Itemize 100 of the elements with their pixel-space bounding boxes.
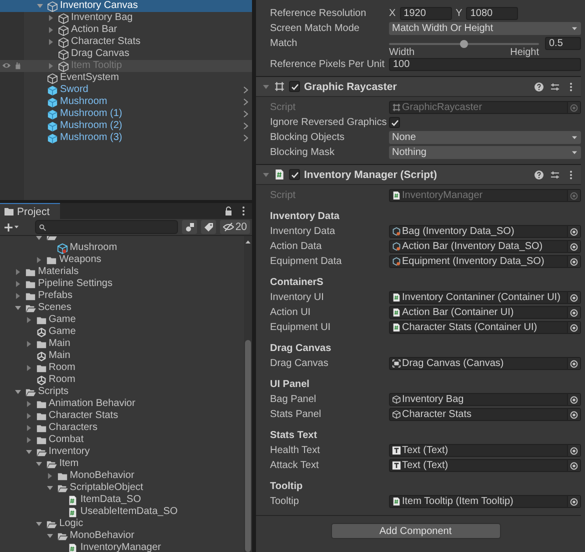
project-tab[interactable]: Project bbox=[0, 203, 60, 219]
object-field[interactable]: Inventory Bag bbox=[389, 393, 581, 406]
project-item[interactable]: Inventory bbox=[0, 446, 244, 458]
collapsed-arrow-icon[interactable] bbox=[24, 340, 33, 348]
collapsed-arrow-icon[interactable] bbox=[35, 256, 44, 264]
object-field[interactable]: Inventory Contaniner (Container UI) bbox=[389, 291, 581, 304]
expanded-arrow-icon[interactable] bbox=[46, 532, 54, 540]
project-item[interactable]: Room bbox=[0, 374, 244, 386]
object-picker-button[interactable] bbox=[567, 292, 580, 303]
hierarchy-item[interactable]: Mushroom (1) bbox=[0, 108, 252, 120]
object-picker-button[interactable] bbox=[567, 445, 580, 456]
object-field[interactable]: Text (Text) bbox=[389, 459, 581, 472]
collapsed-arrow-icon[interactable] bbox=[24, 400, 33, 408]
hierarchy-item[interactable]: Drag Canvas bbox=[0, 48, 252, 60]
hierarchy-item[interactable]: Action Bar bbox=[0, 24, 252, 36]
object-field[interactable]: Equipment (Inventory Data_SO) bbox=[389, 255, 581, 268]
hidden-packages-button[interactable]: 20 bbox=[220, 220, 250, 234]
scrollbar[interactable] bbox=[244, 236, 252, 552]
object-picker-button[interactable] bbox=[567, 241, 580, 252]
number-field[interactable]: 1080 bbox=[466, 7, 518, 20]
project-item[interactable]: Characters bbox=[0, 422, 244, 434]
label-filter-button[interactable] bbox=[201, 220, 216, 234]
project-item[interactable]: Character Stats bbox=[0, 410, 244, 422]
project-item[interactable]: Prefabs bbox=[0, 290, 244, 302]
project-item[interactable]: ItemData_SO bbox=[0, 494, 244, 506]
collapsed-arrow-icon[interactable] bbox=[46, 472, 54, 480]
collapsed-arrow-icon[interactable] bbox=[24, 316, 33, 324]
hierarchy-item[interactable]: EventSystem bbox=[0, 72, 252, 84]
hierarchy-item[interactable]: Mushroom (3) bbox=[0, 132, 252, 144]
object-field[interactable]: Item Tooltip (Item Tooltip) bbox=[389, 495, 581, 508]
project-item[interactable]: Animation Behavior bbox=[0, 398, 244, 410]
object-field[interactable]: Action Bar (Container UI) bbox=[389, 306, 581, 319]
project-item[interactable]: Mushroom bbox=[0, 242, 244, 254]
project-item[interactable]: Scenes bbox=[0, 302, 244, 314]
object-field[interactable]: Character Stats bbox=[389, 408, 581, 421]
hierarchy-item[interactable]: Mushroom bbox=[0, 96, 252, 108]
expanded-arrow-icon[interactable] bbox=[262, 82, 270, 90]
object-picker-button[interactable] bbox=[567, 256, 580, 267]
project-item[interactable]: MonoBehavior bbox=[0, 530, 244, 542]
help-icon[interactable] bbox=[534, 170, 544, 180]
object-field[interactable]: Text (Text) bbox=[389, 444, 581, 457]
project-item[interactable]: MonoBehavior bbox=[0, 470, 244, 482]
project-item[interactable]: Main bbox=[0, 350, 244, 362]
dropdown[interactable]: Match Width Or Height bbox=[389, 22, 581, 35]
help-icon[interactable] bbox=[534, 82, 544, 92]
checkbox[interactable] bbox=[289, 81, 300, 92]
project-item[interactable]: InventoryManager bbox=[0, 542, 244, 552]
dropdown[interactable]: Nothing bbox=[389, 146, 581, 159]
project-item[interactable]: ScriptableObject bbox=[0, 482, 244, 494]
scroll-up-arrow-icon[interactable] bbox=[245, 240, 251, 244]
object-picker-button[interactable] bbox=[567, 322, 580, 333]
search-field[interactable] bbox=[34, 220, 178, 234]
project-item[interactable]: Game bbox=[0, 314, 244, 326]
project-item[interactable]: Combat bbox=[0, 434, 244, 446]
hierarchy-item[interactable]: Inventory Canvas bbox=[0, 0, 252, 12]
project-item[interactable]: Game bbox=[0, 326, 244, 338]
hierarchy-item[interactable]: Mushroom (2) bbox=[0, 120, 252, 132]
hierarchy-item[interactable]: Character Stats bbox=[0, 36, 252, 48]
project-item[interactable]: Materials bbox=[0, 266, 244, 278]
object-picker-button[interactable] bbox=[567, 394, 580, 405]
collapsed-arrow-icon[interactable] bbox=[14, 268, 22, 276]
expanded-arrow-icon[interactable] bbox=[36, 2, 44, 10]
project-item[interactable]: Pipeline Settings bbox=[0, 278, 244, 290]
object-field[interactable]: Drag Canvas (Canvas) bbox=[389, 357, 581, 370]
project-item[interactable]: Weapons bbox=[0, 254, 244, 266]
checkbox[interactable] bbox=[389, 117, 400, 128]
expanded-arrow-icon[interactable] bbox=[35, 236, 44, 242]
collapsed-arrow-icon[interactable] bbox=[24, 412, 33, 420]
expanded-arrow-icon[interactable] bbox=[46, 484, 54, 492]
hierarchy-item[interactable]: Sword bbox=[0, 84, 252, 96]
project-item[interactable]: Logic bbox=[0, 518, 244, 530]
object-picker-button[interactable] bbox=[567, 409, 580, 420]
object-field[interactable]: Action Bar (Inventory Data_SO) bbox=[389, 240, 581, 253]
collapsed-arrow-icon[interactable] bbox=[47, 38, 55, 46]
number-field[interactable]: 1920 bbox=[400, 7, 452, 20]
filter-type-button[interactable] bbox=[182, 220, 198, 234]
slider-thumb[interactable] bbox=[460, 40, 468, 48]
object-picker-button[interactable] bbox=[567, 460, 580, 471]
object-picker-button[interactable] bbox=[567, 226, 580, 237]
object-field[interactable]: Character Stats (Container UI) bbox=[389, 321, 581, 334]
component-header[interactable]: Graphic Raycaster bbox=[256, 76, 581, 97]
object-picker-button[interactable] bbox=[567, 496, 580, 507]
collapsed-arrow-icon[interactable] bbox=[24, 424, 33, 432]
number-field[interactable]: 100 bbox=[389, 58, 581, 71]
collapsed-arrow-icon[interactable] bbox=[24, 436, 33, 444]
collapsed-arrow-icon[interactable] bbox=[47, 14, 55, 22]
collapsed-arrow-icon[interactable] bbox=[14, 280, 22, 288]
project-item[interactable]: UseableItemData_SO bbox=[0, 506, 244, 518]
collapsed-arrow-icon[interactable] bbox=[14, 292, 22, 300]
expanded-arrow-icon[interactable] bbox=[35, 460, 44, 468]
add-component-button[interactable]: Add Component bbox=[330, 523, 500, 539]
expanded-arrow-icon[interactable] bbox=[35, 520, 44, 528]
hierarchy-item[interactable]: Inventory Bag bbox=[0, 12, 252, 24]
expanded-arrow-icon[interactable] bbox=[262, 170, 270, 178]
object-field[interactable]: Bag (Inventory Data_SO) bbox=[389, 225, 581, 238]
expanded-arrow-icon[interactable] bbox=[14, 388, 22, 396]
number-field[interactable]: 0.5 bbox=[545, 37, 581, 50]
object-picker-button[interactable] bbox=[567, 358, 580, 369]
project-item[interactable]: Main bbox=[0, 338, 244, 350]
collapsed-arrow-icon[interactable] bbox=[47, 26, 55, 34]
